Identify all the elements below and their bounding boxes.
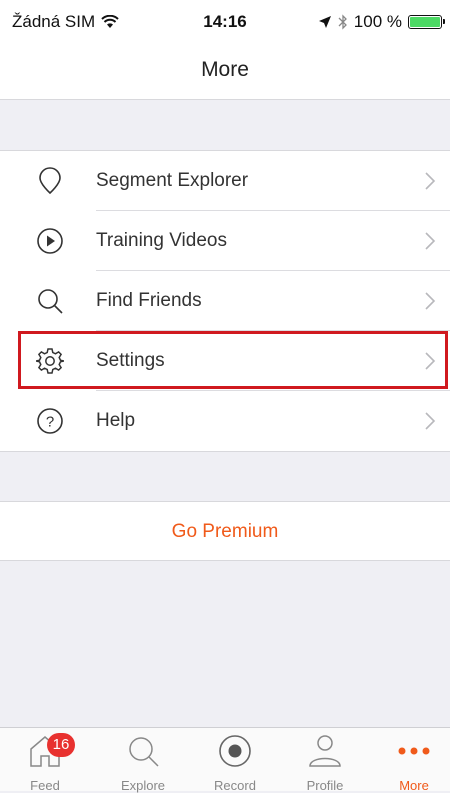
menu-item-settings[interactable]: Settings xyxy=(0,331,450,391)
tab-explore[interactable]: Explore xyxy=(98,728,188,793)
nav-bar: More xyxy=(0,40,450,100)
menu-item-find-friends[interactable]: Find Friends xyxy=(0,271,450,331)
menu-item-help[interactable]: ? Help xyxy=(0,391,450,451)
more-menu: Segment Explorer Training Videos Find Fr… xyxy=(0,150,450,452)
battery-icon xyxy=(408,15,445,29)
svg-text:?: ? xyxy=(46,414,54,431)
menu-item-label: Find Friends xyxy=(96,290,202,311)
search-icon xyxy=(129,737,159,767)
chevron-right-icon xyxy=(425,232,436,250)
gear-icon xyxy=(36,348,64,374)
menu-item-label: Training Videos xyxy=(96,230,227,251)
menu-item-segment-explorer[interactable]: Segment Explorer xyxy=(0,151,450,211)
menu-item-label: Segment Explorer xyxy=(96,170,249,191)
person-icon xyxy=(309,735,341,767)
notification-badge: 16 xyxy=(47,733,75,757)
tab-feed[interactable]: 16 Feed xyxy=(0,728,90,793)
menu-item-label: Settings xyxy=(96,350,165,371)
menu-item-training-videos[interactable]: Training Videos xyxy=(0,211,450,271)
chevron-right-icon xyxy=(425,172,436,190)
status-bar: Žádná SIM 14:16 100 % xyxy=(0,0,450,40)
question-circle-icon: ? xyxy=(37,408,63,434)
tab-more[interactable]: More xyxy=(369,728,450,793)
tab-bar: 16 Feed Explore Record Profile More xyxy=(0,727,450,793)
map-pin-icon xyxy=(39,167,61,195)
tab-record[interactable]: Record xyxy=(190,728,280,793)
go-premium-label: Go Premium xyxy=(171,521,279,542)
go-premium-button[interactable]: Go Premium xyxy=(0,501,450,561)
battery-percent: 100 % xyxy=(353,12,402,31)
location-arrow-icon xyxy=(318,16,331,28)
chevron-right-icon xyxy=(425,412,436,430)
search-icon xyxy=(38,289,63,314)
more-dots-icon xyxy=(398,747,430,755)
record-icon xyxy=(219,735,251,767)
chevron-right-icon xyxy=(425,352,436,370)
tab-profile[interactable]: Profile xyxy=(280,728,370,793)
menu-item-label: Help xyxy=(96,410,136,431)
chevron-right-icon xyxy=(425,292,436,310)
play-circle-icon xyxy=(37,228,63,254)
bluetooth-icon xyxy=(338,14,347,30)
page-title: More xyxy=(201,58,249,81)
